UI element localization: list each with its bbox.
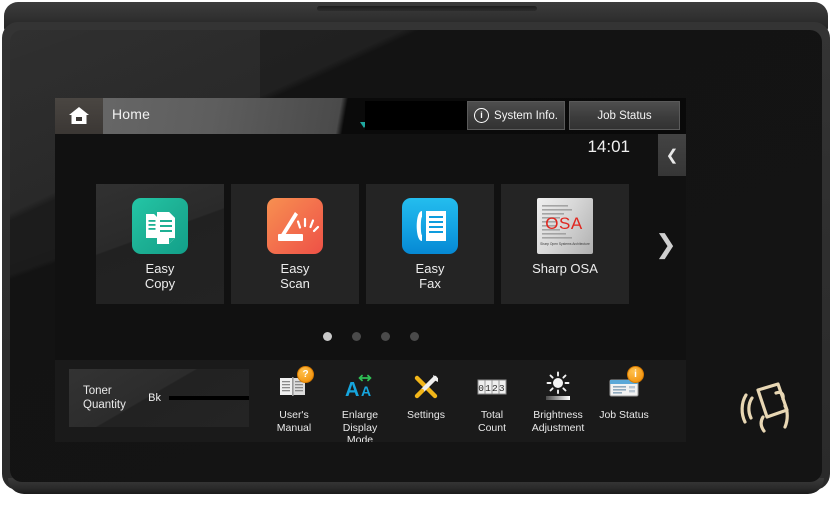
- collapse-panel-button[interactable]: ❮: [658, 134, 686, 176]
- toner-label-line2: Quantity: [83, 399, 126, 411]
- pagination-dot-4[interactable]: [409, 332, 419, 341]
- tool-label: Enlarge Display Mode: [342, 409, 378, 442]
- tile-label-line1: Easy: [415, 261, 445, 276]
- toner-label-line1: Toner: [83, 384, 112, 397]
- tool-settings[interactable]: Settings: [392, 364, 460, 422]
- job-status-label: Job Status: [597, 109, 652, 122]
- app-tile-grid: Easy Copy Easy Scan Easy Fax OSA Sharp O…: [96, 184, 651, 304]
- tool-label: User's Manual: [277, 409, 311, 434]
- tool-label-line2: Manual: [276, 421, 312, 434]
- nfc-card-tap-icon[interactable]: [733, 370, 803, 440]
- tile-label-line1: Easy: [145, 261, 175, 276]
- pagination-dot-1[interactable]: [322, 332, 332, 341]
- tool-label: Job Status: [599, 409, 649, 422]
- tile-label-line2: Fax: [419, 276, 441, 292]
- tool-label: Settings: [407, 409, 445, 422]
- info-circle-icon: i: [474, 108, 490, 123]
- tool-label-line2: Count: [477, 421, 507, 434]
- tool-label-line1: User's: [279, 409, 309, 421]
- tile-label: Easy Scan: [280, 261, 310, 292]
- clock: 14:01: [587, 137, 630, 156]
- tool-label-line1: Enlarge: [341, 409, 379, 421]
- job-window-icon: i: [607, 366, 644, 404]
- scanner-icon: [267, 198, 323, 254]
- tile-sharp-osa[interactable]: OSA Sharp Open Systems Architecture Shar…: [501, 184, 629, 304]
- home-icon: [69, 107, 89, 124]
- tool-users-manual[interactable]: ? User's Manual: [260, 364, 328, 434]
- pagination-dot-2[interactable]: [351, 332, 361, 341]
- fax-phone-document-icon: [402, 198, 458, 254]
- svg-text:A: A: [345, 379, 359, 401]
- tool-label-line2: Display: [342, 421, 378, 434]
- manual-book-icon: ?: [277, 366, 314, 404]
- svg-text:A: A: [361, 383, 371, 399]
- toner-quantity-label: Toner Quantity: [83, 384, 134, 413]
- device-vent-slot: [317, 6, 537, 11]
- brightness-sun-icon: [541, 370, 575, 404]
- chevron-left-icon: ❮: [665, 147, 679, 164]
- tools-wrench-screwdriver-icon: [409, 370, 443, 404]
- tool-label-line3: Mode: [346, 434, 374, 442]
- info-badge: i: [627, 366, 644, 383]
- tile-label: Sharp OSA: [532, 261, 598, 276]
- svg-text:0123: 0123: [478, 383, 506, 394]
- screen-header: Home i System Info. Job Status: [55, 98, 686, 134]
- chevron-right-icon: ❯: [655, 230, 677, 260]
- tile-easy-copy[interactable]: Easy Copy: [96, 184, 224, 304]
- tile-label-line1: Easy: [280, 261, 310, 276]
- tool-label: Brightness Adjustment: [532, 409, 585, 434]
- tool-enlarge-display-mode[interactable]: A A Enlarge Display Mode: [326, 364, 394, 442]
- tile-easy-fax[interactable]: Easy Fax: [366, 184, 494, 304]
- pagination-dot-3[interactable]: [380, 332, 390, 341]
- system-info-label: System Info.: [494, 109, 558, 122]
- tile-label-line2: Copy: [144, 276, 176, 292]
- page-title: Home: [112, 106, 151, 122]
- job-status-button[interactable]: Job Status: [569, 101, 680, 130]
- system-info-button[interactable]: i System Info.: [467, 101, 565, 130]
- pagination-dots: [55, 332, 686, 341]
- sharp-osa-icon: OSA Sharp Open Systems Architecture: [537, 198, 593, 254]
- printer-device: Home i System Info. Job Status 14:01 ❮ E…: [0, 0, 832, 506]
- tile-easy-scan[interactable]: Easy Scan: [231, 184, 359, 304]
- ui-screen: Home i System Info. Job Status 14:01 ❮ E…: [55, 98, 686, 442]
- next-page-button[interactable]: ❯: [655, 230, 677, 260]
- tile-label-line2: Scan: [280, 276, 310, 292]
- toner-level-bar: [169, 396, 249, 400]
- tool-job-status[interactable]: i Job Status: [590, 364, 658, 422]
- tool-label: Total Count: [478, 409, 506, 434]
- tool-label-line1: Brightness: [533, 409, 583, 421]
- tool-label-line1: Total: [480, 409, 504, 421]
- tool-label-line2: Adjustment: [531, 421, 585, 434]
- tool-brightness-adjustment[interactable]: Brightness Adjustment: [524, 364, 592, 434]
- tile-label: Easy Fax: [416, 261, 445, 292]
- svg-text:Sharp Open Systems Architectur: Sharp Open Systems Architecture: [540, 242, 590, 246]
- toner-gauge: Bk: [148, 392, 249, 404]
- toner-color-label: Bk: [148, 392, 161, 404]
- tool-buttons: ? User's Manual A A Enlarge Display Mode…: [260, 364, 680, 442]
- toner-quantity-panel[interactable]: Toner Quantity Bk: [69, 369, 249, 427]
- copy-documents-icon: [132, 198, 188, 254]
- svg-text:OSA: OSA: [545, 214, 583, 233]
- tool-total-count[interactable]: 0123 Total Count: [458, 364, 526, 434]
- help-badge: ?: [297, 366, 314, 383]
- tool-label-line1: Job Status: [599, 409, 649, 421]
- bottom-toolbar: Toner Quantity Bk ? User's Manual A A En…: [55, 360, 686, 442]
- tile-label-line1: Sharp OSA: [532, 261, 598, 276]
- tile-label: Easy Copy: [145, 261, 175, 292]
- enlarge-text-icon: A A: [343, 370, 377, 404]
- tool-label-line1: Settings: [407, 409, 445, 421]
- home-button[interactable]: [55, 98, 103, 134]
- counter-icon: 0123: [475, 370, 509, 404]
